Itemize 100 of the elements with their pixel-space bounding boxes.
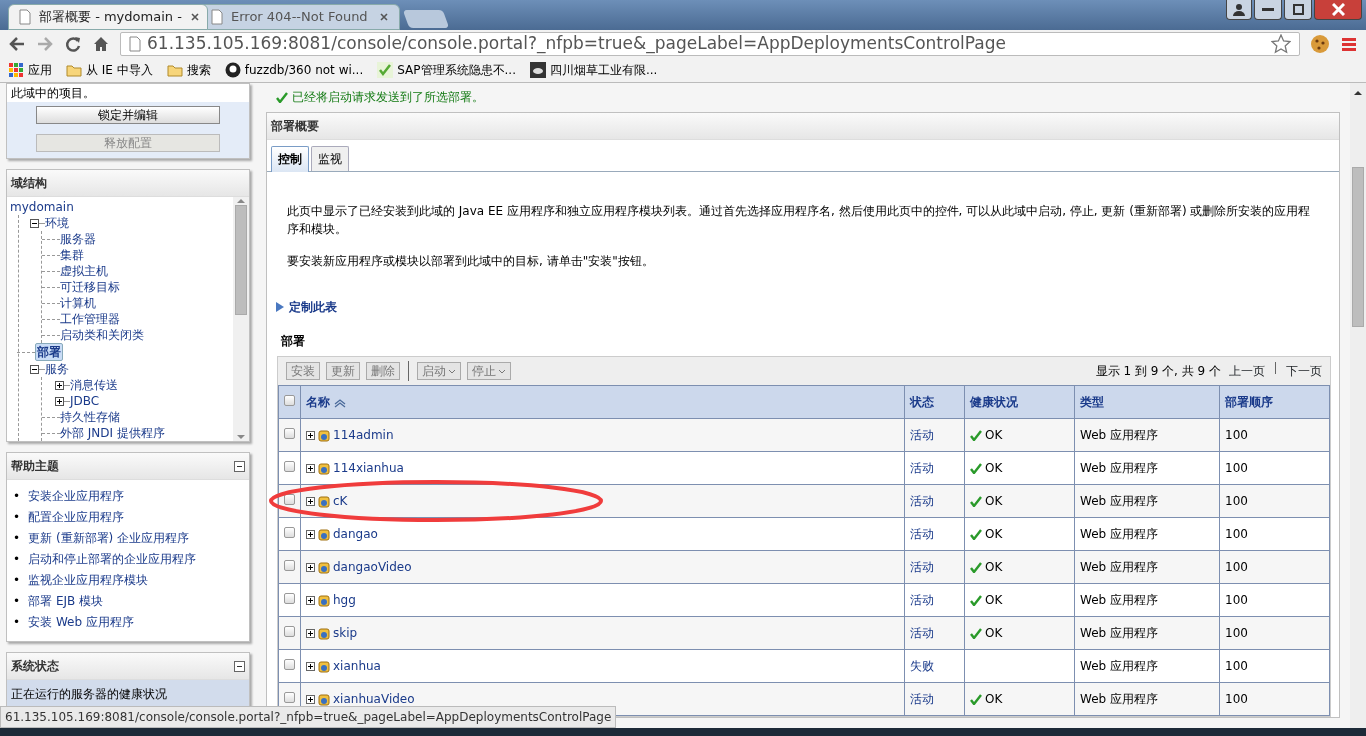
tree-item[interactable]: 工作管理器 — [60, 311, 120, 327]
toolbar-button[interactable]: 删除 — [366, 362, 400, 380]
state-link[interactable]: 活动 — [910, 626, 934, 640]
row-checkbox[interactable] — [284, 527, 295, 538]
collapse-icon[interactable] — [30, 218, 39, 228]
row-checkbox[interactable] — [284, 560, 295, 571]
state-link[interactable]: 活动 — [910, 560, 934, 574]
deployment-link[interactable]: cK — [333, 492, 348, 510]
expand-icon[interactable] — [55, 396, 64, 406]
help-link[interactable]: 安装企业应用程序 — [28, 486, 125, 507]
tree-item[interactable]: 服务器 — [60, 231, 96, 247]
health-text: OK — [985, 493, 1003, 510]
toolbar-button[interactable]: 更新 — [326, 362, 360, 380]
type-text: Web 应用程序 — [1080, 527, 1158, 541]
bookmark[interactable]: 搜索 — [166, 61, 211, 79]
scrollbar[interactable] — [233, 197, 249, 441]
user-button[interactable] — [1226, 0, 1252, 20]
reload-icon — [64, 35, 82, 53]
column-header[interactable]: 部署顺序 — [1225, 395, 1273, 409]
row-checkbox[interactable] — [284, 593, 295, 604]
minimize-icon — [234, 660, 245, 672]
bookmark[interactable]: SAP管理系统隐患不... — [377, 61, 516, 79]
collapse-icon[interactable] — [30, 364, 39, 374]
tree-item[interactable]: 消息传送 — [70, 377, 118, 393]
help-link[interactable]: 监视企业应用程序模块 — [28, 570, 149, 591]
toolbar-button[interactable]: 安装 — [286, 362, 320, 380]
expand-icon[interactable] — [55, 380, 64, 390]
minimize-button[interactable] — [1254, 0, 1282, 20]
scrollbar[interactable] — [1350, 83, 1366, 728]
help-link[interactable]: 部署 EJB 模块 — [28, 591, 104, 612]
column-header[interactable]: 类型 — [1080, 395, 1104, 409]
tree-item[interactable]: 可迁移目标 — [60, 279, 120, 295]
deployment-link[interactable]: dangaoVideo — [333, 558, 412, 576]
tree-item[interactable]: 启动类和关闭类 — [60, 327, 144, 343]
state-link[interactable]: 活动 — [910, 527, 934, 541]
deployment-link[interactable]: xianhuaVideo — [333, 690, 415, 708]
scroll-thumb[interactable] — [235, 205, 247, 315]
state-link[interactable]: 活动 — [910, 494, 934, 508]
tree-item[interactable]: 环境 — [45, 215, 69, 231]
tree-item[interactable]: JDBC — [70, 393, 100, 409]
tree-item[interactable]: 虚拟主机 — [60, 263, 108, 279]
help-link[interactable]: 启动和停止部署的企业应用程序 — [28, 549, 197, 570]
column-header[interactable]: 健康状况 — [970, 395, 1018, 409]
column-header[interactable]: 名称 — [306, 395, 330, 409]
state-link[interactable]: 活动 — [910, 428, 934, 442]
state-link[interactable]: 活动 — [910, 461, 934, 475]
tree-item[interactable]: 集群 — [60, 247, 84, 263]
bookmark[interactable]: 应用 — [8, 61, 52, 79]
help-link[interactable]: 安装 Web 应用程序 — [28, 612, 134, 633]
row-checkbox[interactable] — [284, 659, 295, 670]
tab[interactable]: 控制 — [271, 146, 309, 172]
state-link[interactable]: 活动 — [910, 692, 934, 706]
scroll-thumb[interactable] — [1352, 167, 1364, 327]
deployment-link[interactable]: 114admin — [333, 426, 394, 444]
health-text: OK — [985, 592, 1003, 609]
help-link[interactable]: 更新 (重新部署) 企业应用程序 — [28, 528, 190, 549]
panel-title: 帮助主题 — [11, 458, 59, 475]
state-link[interactable]: 活动 — [910, 593, 934, 607]
row-checkbox[interactable] — [284, 692, 295, 703]
customize-link[interactable]: 定制此表 — [289, 298, 337, 316]
new-tab-button[interactable] — [402, 10, 450, 28]
type-text: Web 应用程序 — [1080, 461, 1158, 475]
address-bar[interactable]: 61.135.105.169:8081/console/console.portal?_nfpb=true&_pageLabel=AppDeploymentsControlPage — [120, 32, 1300, 56]
select-all-checkbox[interactable] — [284, 395, 295, 406]
bookmark[interactable]: 从 IE 中导入 — [66, 61, 153, 79]
previous-page-link[interactable]: 上一页 — [1229, 362, 1265, 380]
order-text: 100 — [1225, 428, 1248, 442]
deployment-link[interactable]: xianhua — [333, 657, 381, 675]
expand-icon — [306, 694, 315, 704]
close-button[interactable] — [1314, 0, 1362, 20]
dropdown-button[interactable]: 启动 — [417, 362, 461, 380]
browser-tab[interactable]: 部署概要 - mydomain - — [8, 4, 208, 30]
row-checkbox[interactable] — [284, 626, 295, 637]
column-header[interactable]: 状态 — [910, 395, 934, 409]
deployment-link[interactable]: 114xianhua — [333, 459, 404, 477]
tree-item[interactable]: mydomain — [10, 199, 74, 215]
bookmark[interactable]: fuzzdb/360 not wi... — [224, 61, 364, 79]
panel-button[interactable]: 锁定并编辑 — [36, 106, 220, 124]
tree-item[interactable]: 部署 — [35, 343, 63, 361]
state-link[interactable]: 失败 — [910, 659, 934, 673]
row-checkbox[interactable] — [284, 461, 295, 472]
tree-item[interactable]: 持久性存储 — [60, 409, 120, 425]
deployment-link[interactable]: hgg — [333, 591, 356, 609]
health-text: OK — [985, 427, 1003, 444]
bullet: • — [13, 530, 21, 547]
help-link[interactable]: 配置企业应用程序 — [28, 507, 125, 528]
next-page-link[interactable]: 下一页 — [1286, 362, 1322, 380]
bookmark[interactable]: 四川烟草工业有限... — [529, 61, 658, 79]
row-checkbox[interactable] — [284, 494, 295, 505]
deployment-link[interactable]: dangao — [333, 525, 378, 543]
deployment-link[interactable]: skip — [333, 624, 358, 642]
health-text: OK — [985, 625, 1003, 642]
dropdown-button[interactable]: 停止 — [467, 362, 511, 380]
status-row: 正在运行的服务器的健康状况 — [7, 680, 249, 708]
tree-item[interactable]: 计算机 — [60, 295, 96, 311]
tree-item[interactable]: 外部 JNDI 提供程序 — [60, 425, 165, 441]
row-checkbox[interactable] — [284, 428, 295, 439]
tab[interactable]: 监视 — [311, 146, 349, 171]
tree-item[interactable]: 服务 — [45, 361, 69, 377]
restore-button[interactable] — [1284, 0, 1312, 20]
